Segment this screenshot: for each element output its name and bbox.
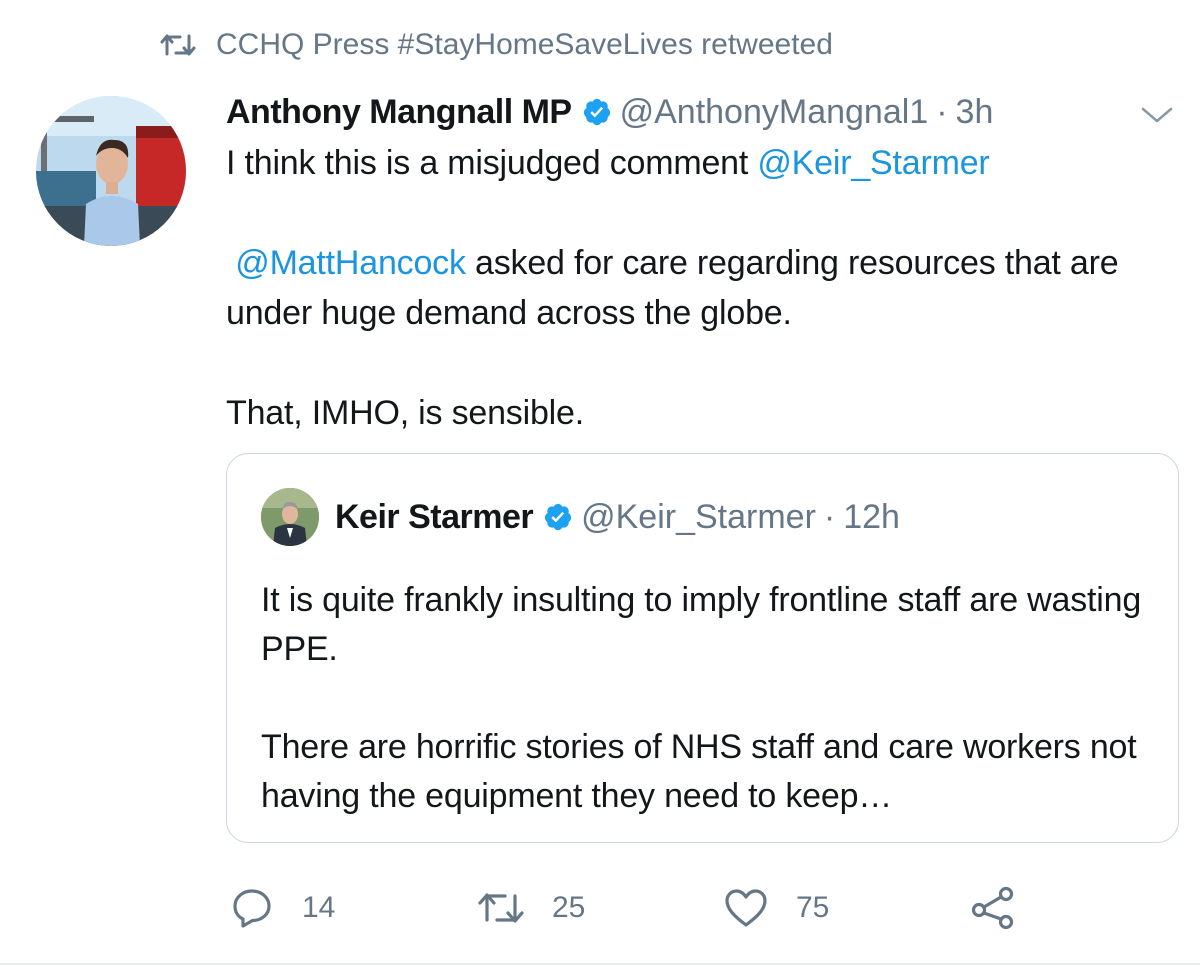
quoted-tweet-timestamp: 12h (843, 498, 900, 536)
author-name[interactable]: Anthony Mangnall MP (226, 86, 572, 138)
reply-icon (230, 886, 274, 930)
like-count: 75 (796, 891, 830, 924)
divider (0, 963, 1200, 965)
chevron-down-icon[interactable] (1137, 100, 1177, 130)
quoted-author-avatar (261, 488, 319, 546)
quoted-tweet-paragraph: There are horrific stories of NHS staff … (261, 728, 1137, 815)
retweet-context[interactable]: CCHQ Press #StayHomeSaveLives retweeted (160, 28, 833, 62)
tweet-paragraph: @MattHancock asked for care regarding re… (226, 244, 1119, 332)
retweet-button[interactable]: 25 (478, 878, 585, 938)
quoted-author-handle: @Keir_Starmer (581, 498, 816, 536)
mention-link[interactable]: @MattHancock (235, 244, 466, 282)
tweet-actions: 14 25 75 (226, 878, 1186, 938)
quoted-author-name: Keir Starmer (335, 498, 534, 536)
share-icon (970, 886, 1016, 930)
author-avatar[interactable] (36, 96, 186, 246)
separator-dot: · (823, 498, 836, 536)
verified-icon (543, 502, 573, 532)
reply-button[interactable]: 14 (230, 878, 335, 938)
quoted-tweet-header: Keir Starmer @Keir_Starmer · 12h (261, 488, 900, 546)
tweet-paragraph: That, IMHO, is sensible. (226, 394, 584, 432)
retweet-context-text[interactable]: CCHQ Press #StayHomeSaveLives retweeted (216, 28, 833, 62)
share-button[interactable] (970, 878, 1016, 938)
tweet-paragraph: I think this is a misjudged comment @Kei… (226, 144, 990, 182)
verified-icon (582, 97, 612, 127)
quoted-tweet-card[interactable]: Keir Starmer @Keir_Starmer · 12h It is q… (226, 453, 1179, 843)
separator-dot: · (936, 93, 948, 131)
retweet-count: 25 (552, 891, 586, 924)
mention-link[interactable]: @Keir_Starmer (757, 144, 989, 182)
tweet-header: Anthony Mangnall MP @AnthonyMangnal1 · 3… (226, 86, 993, 138)
author-handle[interactable]: @AnthonyMangnal1 (620, 86, 929, 138)
heart-icon (724, 888, 768, 928)
tweet-body: I think this is a misjudged comment @Kei… (226, 138, 1176, 438)
quoted-tweet-body: It is quite frankly insulting to imply f… (261, 576, 1151, 821)
retweet-icon (478, 890, 524, 926)
quoted-tweet-paragraph: It is quite frankly insulting to imply f… (261, 581, 1142, 668)
like-button[interactable]: 75 (724, 878, 829, 938)
reply-count: 14 (302, 891, 336, 924)
tweet-timestamp[interactable]: 3h (956, 86, 994, 138)
retweet-icon (160, 32, 196, 58)
